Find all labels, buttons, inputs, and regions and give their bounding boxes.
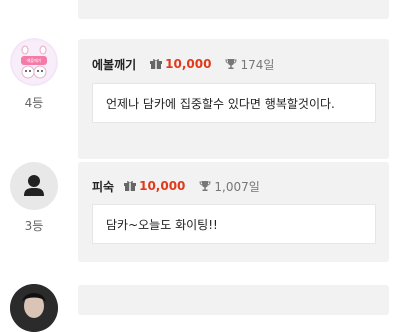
rank-label: 3등	[24, 219, 44, 233]
user-name[interactable]: 에볼깨기	[92, 56, 136, 73]
entry-card-partial-bottom	[78, 285, 389, 315]
avatar-label: 에볼깨기	[26, 58, 42, 63]
message-text: 담카~오늘도 화이팅!!	[106, 217, 218, 232]
entry-meta: 피숙 10,000 1,007일	[92, 177, 260, 195]
message-box: 언제나 담카에 집중할수 있다면 행복할것이다.	[92, 83, 376, 123]
avatar-partial[interactable]	[10, 284, 58, 332]
message-text: 언제나 담카에 집중할수 있다면 행복할것이다.	[106, 96, 335, 111]
entry-card: 에볼깨기 10,000 174일 언제나 담카에 집중할수 있다면 행복할것이다…	[78, 39, 389, 159]
reward-amount: 10,000	[165, 57, 212, 71]
days-count: 174일	[240, 57, 275, 72]
entry-card-partial-top	[78, 0, 389, 19]
user-silhouette-icon	[24, 175, 44, 196]
gift-icon	[124, 181, 137, 191]
reward-amount: 10,000	[139, 179, 186, 193]
message-box: 담카~오늘도 화이팅!!	[92, 204, 376, 244]
trophy-icon	[225, 59, 237, 69]
entry-card: 피숙 10,000 1,007일 담카~오늘도 화이팅!!	[78, 162, 389, 262]
avatar[interactable]	[10, 162, 58, 210]
entry-meta: 에볼깨기 10,000 174일	[92, 55, 274, 73]
avatar[interactable]: 에볼깨기	[10, 38, 58, 86]
photo-avatar-icon	[10, 284, 58, 332]
rank-label: 4등	[24, 96, 44, 110]
gift-icon	[150, 59, 163, 69]
user-name[interactable]: 피숙	[92, 178, 114, 195]
days-count: 1,007일	[214, 179, 260, 194]
trophy-icon	[199, 181, 211, 191]
